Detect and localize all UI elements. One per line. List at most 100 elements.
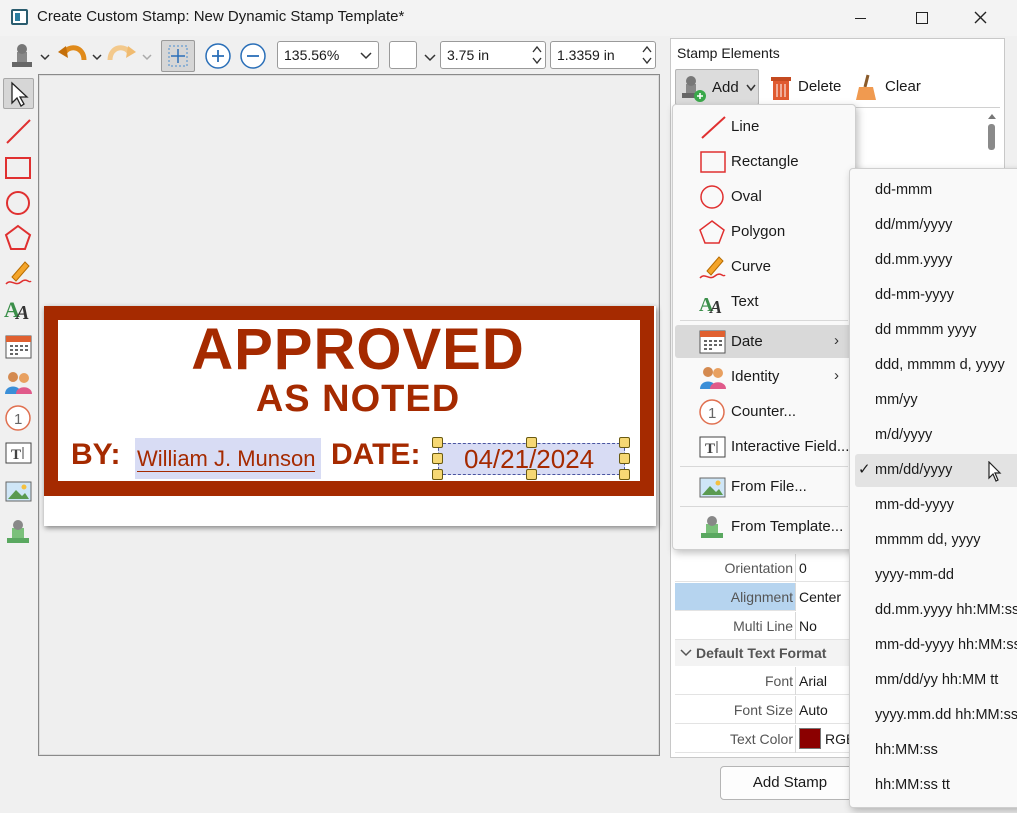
polygon-icon (4, 224, 32, 250)
menu-item-curve[interactable]: Curve (675, 250, 853, 283)
date-format-item[interactable]: dd-mm-yyyy (855, 279, 1017, 312)
prop-row-text-color[interactable]: Text Color RGB (675, 725, 855, 753)
date-format-item[interactable]: ddd, mmmm d, yyyy (855, 349, 1017, 382)
height-field[interactable]: 1.3359 in (550, 41, 656, 69)
close-button[interactable] (957, 3, 1003, 33)
stamp-by-label[interactable]: BY: (71, 438, 120, 472)
menu-item-from-template[interactable]: From Template... (675, 510, 853, 543)
text-tool[interactable]: AA (3, 292, 34, 324)
add-element-button[interactable]: Add (675, 69, 759, 105)
zoom-out-button[interactable] (238, 40, 268, 72)
menu-item-counter[interactable]: 1 Counter... (675, 395, 853, 428)
spin-down-icon (532, 57, 542, 65)
date-format-item[interactable]: hh:MM:ss (855, 734, 1017, 767)
menu-item-from-file[interactable]: From File... (675, 470, 853, 503)
resize-handle[interactable] (619, 469, 630, 480)
date-format-item[interactable]: yyyy-mm-dd (855, 559, 1017, 592)
resize-handle[interactable] (619, 453, 630, 464)
menu-item-oval[interactable]: Oval (675, 180, 853, 213)
date-format-item[interactable]: dd mmmm yyyy (855, 314, 1017, 347)
menu-item-interactive-field[interactable]: T Interactive Field... (675, 430, 853, 463)
date-format-item[interactable]: dd.mm.yyyy hh:MM:ss (855, 594, 1017, 627)
resize-handle[interactable] (619, 437, 630, 448)
select-tool[interactable] (3, 78, 34, 109)
stamp-tool-button[interactable] (8, 40, 50, 72)
redo-button[interactable] (106, 40, 154, 72)
oval-tool[interactable] (3, 187, 34, 218)
menu-item-label: Date (731, 333, 763, 350)
stamp-subtitle-text[interactable]: AS NOTED (58, 378, 658, 420)
clear-elements-button[interactable]: Clear (850, 69, 924, 105)
rectangle-icon (700, 151, 726, 173)
prop-row-font-size[interactable]: Font Size Auto (675, 696, 855, 724)
section-header-text-format[interactable]: Default Text Format (675, 640, 855, 666)
move-tool-button[interactable] (161, 40, 195, 72)
menu-item-date[interactable]: Date › (675, 325, 853, 358)
date-format-item[interactable]: mm/yy (855, 384, 1017, 417)
prop-value: Center (796, 583, 856, 611)
date-format-label: mm-dd-yyyy (875, 497, 954, 513)
date-format-item[interactable]: dd-mmm (855, 174, 1017, 207)
menu-item-text[interactable]: AA Text (675, 285, 853, 318)
resize-handle[interactable] (526, 437, 537, 448)
width-field[interactable]: 3.75 in (440, 41, 546, 69)
date-format-item[interactable]: mm/dd/yy hh:MM tt (855, 664, 1017, 697)
counter-tool[interactable]: 1 (3, 402, 34, 433)
resize-handle[interactable] (432, 469, 443, 480)
chevron-down-icon (424, 54, 436, 62)
date-format-label: dd/mm/yyyy (875, 217, 953, 233)
menu-item-line[interactable]: Line (675, 110, 853, 143)
rectangle-tool[interactable] (3, 152, 34, 183)
stamp-date-label[interactable]: DATE: (331, 438, 420, 472)
prop-row-alignment[interactable]: Alignment Center (675, 583, 856, 611)
zoom-select[interactable]: 135.56% (277, 41, 379, 69)
stamp-identity-field[interactable]: William J. Munson (135, 438, 321, 479)
date-format-label: mm/dd/yy hh:MM tt (875, 672, 999, 688)
date-format-item[interactable]: mm-dd-yyyy (855, 489, 1017, 522)
date-format-item[interactable]: dd.mm.yyyy (855, 244, 1017, 277)
interactive-field-tool[interactable]: T (3, 437, 34, 468)
date-format-item[interactable]: m/d/yyyy (855, 419, 1017, 452)
image-tool[interactable] (3, 476, 34, 507)
stamp-title-text[interactable]: APPROVED (58, 320, 658, 380)
line-tool[interactable] (3, 116, 34, 147)
date-format-item[interactable]: dd/mm/yyyy (855, 209, 1017, 242)
text-color-swatch[interactable] (799, 728, 821, 749)
zoom-in-button[interactable] (203, 40, 233, 72)
color-dropdown-button[interactable] (424, 50, 436, 66)
resize-handle[interactable] (432, 437, 443, 448)
date-format-item[interactable]: mm-dd-yyyy hh:MM:ss (855, 629, 1017, 662)
prop-key: Alignment (730, 589, 793, 605)
list-scrollbar-thumb[interactable] (988, 124, 995, 150)
prop-row-font[interactable]: Font Arial (675, 667, 855, 695)
prop-row-multiline[interactable]: Multi Line No (675, 612, 855, 640)
menu-item-identity[interactable]: Identity › (675, 360, 853, 393)
prop-row-orientation[interactable]: Orientation 0 (675, 554, 855, 582)
color-picker[interactable] (389, 41, 417, 69)
curve-tool[interactable] (3, 257, 34, 288)
resize-handle[interactable] (432, 453, 443, 464)
menu-item-label: From File... (731, 478, 807, 495)
maximize-button[interactable] (898, 3, 944, 33)
date-format-item[interactable]: mmmm dd, yyyy (855, 524, 1017, 557)
menu-item-label: Text (731, 293, 759, 310)
svg-text:1: 1 (14, 411, 22, 428)
menu-item-rectangle[interactable]: Rectangle (675, 145, 853, 178)
delete-element-button[interactable]: Delete (765, 69, 843, 105)
date-format-label: dd-mm-yyyy (875, 287, 954, 303)
menu-item-label: From Template... (731, 518, 844, 535)
date-format-item-selected[interactable]: ✓ mm/dd/yyyy (855, 454, 1017, 487)
date-format-label: mm-dd-yyyy hh:MM:ss (875, 637, 1017, 653)
date-format-item[interactable]: yyyy.mm.dd hh:MM:ss (855, 699, 1017, 732)
menu-item-polygon[interactable]: Polygon (675, 215, 853, 248)
date-tool[interactable] (3, 331, 34, 362)
add-stamp-button[interactable]: Add Stamp (720, 766, 860, 800)
minimize-button[interactable] (838, 3, 884, 33)
identity-tool[interactable] (3, 367, 34, 398)
date-format-item[interactable]: hh:MM:ss tt (855, 769, 1017, 802)
undo-button[interactable] (56, 40, 104, 72)
resize-handle[interactable] (526, 469, 537, 480)
polygon-tool[interactable] (3, 222, 34, 253)
section-label: Default Text Format (696, 645, 827, 661)
template-tool[interactable] (3, 516, 34, 547)
